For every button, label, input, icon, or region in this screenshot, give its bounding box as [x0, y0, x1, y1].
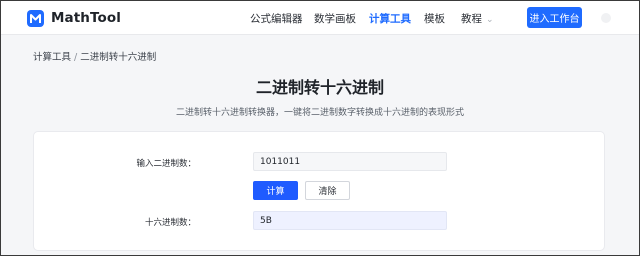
binary-input[interactable]: 1011011 — [253, 152, 447, 171]
nav-item-math-board[interactable]: 数学画板 — [314, 11, 356, 26]
nav-item-formula-editor[interactable]: 公式编辑器 — [250, 11, 303, 26]
nav-item-tutorials-label: 教程 — [461, 13, 482, 25]
chevron-down-icon: ⌄ — [486, 15, 494, 25]
brand[interactable]: MathTool — [27, 8, 121, 28]
clear-button[interactable]: 清除 — [305, 181, 350, 200]
nav-item-calc-tools[interactable]: 计算工具 — [369, 11, 411, 26]
breadcrumb-parent-link[interactable]: 计算工具 — [33, 52, 71, 63]
m-logo-icon — [27, 9, 44, 27]
top-navbar: MathTool 公式编辑器 数学画板 计算工具 模板 教程 ⌄ 进入工作台 — [1, 1, 639, 35]
avatar[interactable] — [601, 13, 611, 23]
calculate-button[interactable]: 计算 — [253, 181, 298, 200]
enter-workspace-button[interactable]: 进入工作台 — [527, 7, 582, 28]
page-title: 二进制转十六进制 — [255, 78, 384, 97]
nav-item-templates[interactable]: 模板 — [424, 11, 445, 26]
breadcrumb-separator: / — [74, 52, 78, 63]
hex-output-field[interactable]: 5B — [253, 211, 447, 230]
converter-card: 输入二进制数： 1011011 计算 清除 十六进制数： 5B — [33, 131, 605, 251]
binary-input-label: 输入二进制数： — [136, 159, 196, 169]
page-subtitle: 二进制转十六进制转换器，一键将二进制数字转换成十六进制的表现形式 — [175, 108, 464, 118]
nav-item-tutorials[interactable]: 教程 ⌄ — [461, 11, 494, 26]
app-window: MathTool 公式编辑器 数学画板 计算工具 模板 教程 ⌄ 进入工作台 计算… — [0, 0, 640, 256]
breadcrumb-current: 二进制转十六进制 — [80, 52, 157, 63]
breadcrumb: 计算工具 / 二进制转十六进制 — [33, 49, 156, 63]
hex-output-label: 十六进制数： — [144, 218, 196, 228]
brand-name: MathTool — [51, 10, 122, 26]
